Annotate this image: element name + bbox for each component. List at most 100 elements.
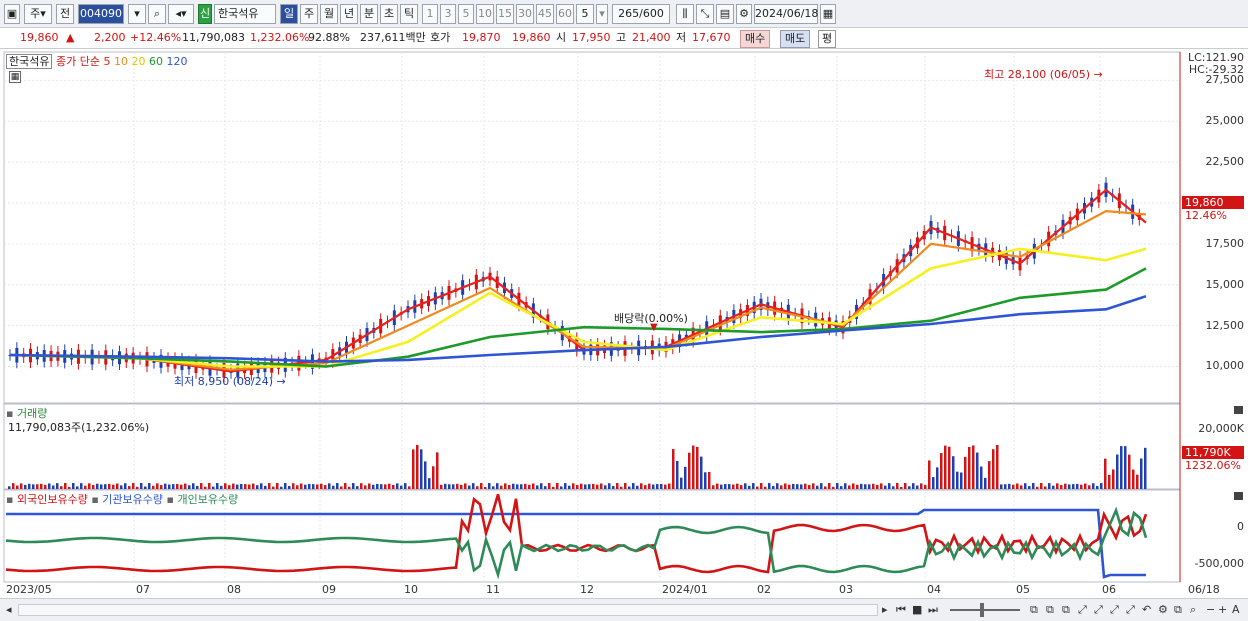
volume-bar	[556, 483, 559, 489]
volume-bar	[196, 485, 199, 489]
calendar-icon[interactable]: ▦	[820, 4, 836, 24]
volume-bar	[1144, 447, 1147, 489]
search-icon[interactable]: ⌕	[148, 4, 166, 24]
interval-30[interactable]: 30	[516, 4, 534, 24]
volume-bar	[628, 486, 631, 489]
open-label: 시	[556, 31, 567, 44]
x-tick-label: 03	[839, 583, 853, 596]
volume-bar	[312, 484, 315, 489]
volume-bar	[436, 452, 439, 489]
tab-year[interactable]: 년	[340, 4, 358, 24]
volume-bar	[288, 485, 291, 489]
buy-button[interactable]: 매수	[740, 30, 771, 48]
candle-icon[interactable]: ⫼	[676, 4, 694, 24]
draw-tool-icon[interactable]: ⤢	[1094, 603, 1103, 617]
count-dropdown-icon[interactable]: ▾	[596, 4, 608, 24]
count-input[interactable]: 5	[576, 4, 594, 24]
bottom-scrollbar[interactable]: ◂ ▸ ⏮ ■ ⏭ ⧉ ⧉ ⧉ ⤢ ⤢ ⤢ ⤢ ↶ ⚙ ⧉ ⌕ − + A	[0, 598, 1248, 621]
line-tool-icon[interactable]: ⤢	[1110, 603, 1119, 617]
volume-bar	[12, 483, 15, 489]
tab-week[interactable]: 주	[300, 4, 318, 24]
rewind-icon[interactable]: ⏮	[896, 603, 906, 617]
zoom-slider-handle[interactable]	[980, 603, 984, 617]
tab-second[interactable]: 초	[380, 4, 398, 24]
zoom-slider[interactable]	[950, 609, 1020, 611]
gear-icon[interactable]: ⚙	[736, 4, 752, 24]
trend-tool-icon[interactable]: ⤢	[1078, 603, 1087, 617]
tab-minute[interactable]: 분	[360, 4, 378, 24]
volume-bar	[840, 486, 843, 489]
eval-button[interactable]: 평	[818, 30, 837, 48]
forward-icon[interactable]: ⏭	[928, 603, 938, 617]
volume-bar	[224, 483, 227, 489]
interval-15[interactable]: 15	[496, 4, 514, 24]
volume-bar	[516, 484, 519, 489]
tab-day[interactable]: 일	[280, 4, 298, 24]
volume-bar	[592, 483, 595, 489]
date-input[interactable]: 2024/06/18	[754, 4, 818, 24]
code-input[interactable]: 004090	[78, 4, 124, 24]
volume-value: 11,790,083	[182, 31, 245, 44]
volume-bar	[120, 485, 123, 489]
layout-icon[interactable]: ⧉	[1030, 603, 1038, 617]
volume-bar	[1064, 483, 1067, 489]
volume-bar	[904, 483, 907, 489]
sell-button[interactable]: 매도	[780, 30, 811, 48]
save-icon[interactable]: ▤	[716, 4, 734, 24]
x-tick-label: 05	[1016, 583, 1030, 596]
volume-bar	[268, 483, 271, 489]
volume-bar	[1052, 485, 1055, 489]
interval-1[interactable]: 1	[422, 4, 438, 24]
prev-button[interactable]: 전	[56, 4, 74, 24]
volume-bar	[620, 486, 623, 489]
crosshair-icon[interactable]: ⤡	[696, 4, 714, 24]
window-icon[interactable]: ▣	[4, 4, 20, 24]
volume-close-icon[interactable]	[1234, 406, 1243, 414]
volume-bar	[1100, 483, 1103, 489]
search-tool-icon[interactable]: ⌕	[1190, 603, 1196, 617]
volume-bar	[236, 484, 239, 489]
volume-bar	[468, 485, 471, 489]
interval-10[interactable]: 10	[476, 4, 494, 24]
table-icon[interactable]: ▦	[9, 71, 21, 83]
volume-bar	[1016, 483, 1019, 489]
volume-current-pct: 1232.06%	[1185, 459, 1241, 472]
copy-icon[interactable]: ⧉	[1046, 603, 1054, 617]
price-candles	[8, 177, 1141, 384]
stock-name: 한국석유	[214, 4, 276, 24]
holding-close-icon[interactable]	[1234, 492, 1243, 500]
tab-tick[interactable]: 틱	[400, 4, 418, 24]
scroll-track[interactable]	[18, 604, 878, 616]
zoom-out-icon[interactable]: −	[1206, 603, 1215, 616]
speaker-icon[interactable]: ◂▾	[168, 4, 194, 24]
bars-field[interactable]: 265/600	[612, 4, 670, 24]
volume-bar	[1088, 485, 1091, 489]
price-y-tick: 27,500	[1205, 73, 1245, 87]
scroll-left-icon[interactable]: ◂	[6, 603, 12, 616]
volume-bar	[380, 484, 383, 489]
settings-icon[interactable]: ⚙	[1158, 603, 1168, 616]
code-dropdown-icon[interactable]: ▾	[128, 4, 146, 24]
volume-bar	[976, 452, 979, 489]
stop-icon[interactable]: ■	[912, 603, 922, 616]
interval-45[interactable]: 45	[536, 4, 554, 24]
interval-3[interactable]: 3	[440, 4, 456, 24]
volume-bar	[480, 483, 483, 489]
tab-month[interactable]: 월	[320, 4, 338, 24]
volume-bar	[792, 483, 795, 489]
interval-60[interactable]: 60	[556, 4, 574, 24]
scroll-right-icon[interactable]: ▸	[882, 603, 888, 616]
fib-tool-icon[interactable]: ⤢	[1126, 603, 1135, 617]
font-size-icon[interactable]: A	[1232, 603, 1240, 616]
zoom-in-icon[interactable]: +	[1218, 603, 1227, 616]
compare-icon[interactable]: ⧉	[1062, 603, 1070, 617]
interval-5[interactable]: 5	[458, 4, 474, 24]
undo-icon[interactable]: ↶	[1142, 603, 1151, 616]
volume-bar	[1116, 454, 1119, 489]
volume-current-tag: 11,790K	[1182, 446, 1244, 459]
volume-bar	[136, 486, 139, 489]
volume-bar	[448, 484, 451, 489]
shape-tool-icon[interactable]: ⧉	[1174, 603, 1182, 617]
type-select[interactable]: 주▾	[24, 4, 52, 24]
type-label: 주	[30, 7, 41, 20]
